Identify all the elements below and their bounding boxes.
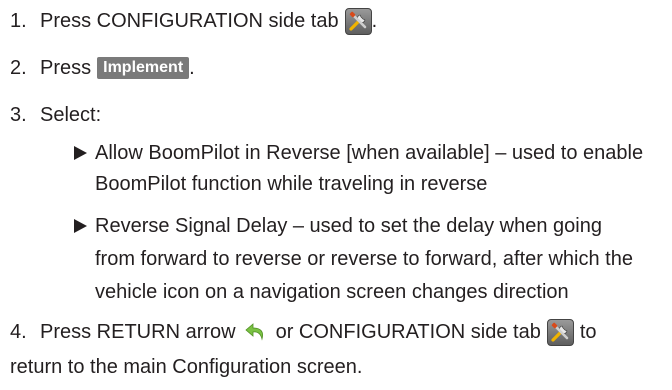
bullet-line: BoomPilot function while traveling in re… <box>95 173 488 195</box>
step-text: Press RETURN arrow <box>40 321 236 343</box>
step-text: or CONFIGURATION side tab <box>275 321 541 343</box>
step-4-continuation: return to the main Configuration screen. <box>0 353 672 381</box>
bullet-continuation: vehicle icon on a navigation screen chan… <box>0 278 672 306</box>
step-2: 2. Press Implement . <box>0 54 672 82</box>
bullet-item: Reverse Signal Delay – used to set the d… <box>0 212 672 240</box>
step-end-punct: . <box>189 57 195 79</box>
step-text: return to the main Configuration screen. <box>10 356 363 378</box>
bullet-line: vehicle icon on a navigation screen chan… <box>95 281 569 303</box>
bullet-continuation: BoomPilot function while traveling in re… <box>0 170 672 198</box>
tools-icon <box>344 7 372 35</box>
step-1: 1. Press CONFIGURATION side tab . <box>0 7 672 35</box>
bullet-line: from forward to reverse or reverse to fo… <box>95 248 633 270</box>
bullet-continuation: from forward to reverse or reverse to fo… <box>0 245 672 273</box>
bullet-line: Reverse Signal Delay – used to set the d… <box>95 215 602 237</box>
step-text: to <box>579 321 597 343</box>
step-number: 2. <box>10 57 27 79</box>
step-text: Press <box>40 57 92 79</box>
step-number: 4. <box>10 321 27 343</box>
bullet-triangle-icon <box>74 146 87 160</box>
tools-icon <box>546 318 574 346</box>
step-end-punct: . <box>371 10 378 32</box>
step-3: 3. Select: <box>0 101 672 129</box>
step-text: Press CONFIGURATION side tab <box>40 10 339 32</box>
step-number: 1. <box>10 10 27 32</box>
instruction-document: 1. Press CONFIGURATION side tab . 2. Pre… <box>0 0 672 390</box>
return-arrow-icon <box>244 320 268 344</box>
implement-button: Implement <box>97 57 190 79</box>
bullet-triangle-icon <box>74 219 87 233</box>
bullet-item: Allow BoomPilot in Reverse [when availab… <box>0 139 672 167</box>
step-4: 4. Press RETURN arrow or CONFIGURATION s… <box>0 318 672 346</box>
step-number: 3. <box>10 104 27 126</box>
step-text: Select: <box>40 104 102 126</box>
bullet-line: Allow BoomPilot in Reverse [when availab… <box>95 142 644 164</box>
